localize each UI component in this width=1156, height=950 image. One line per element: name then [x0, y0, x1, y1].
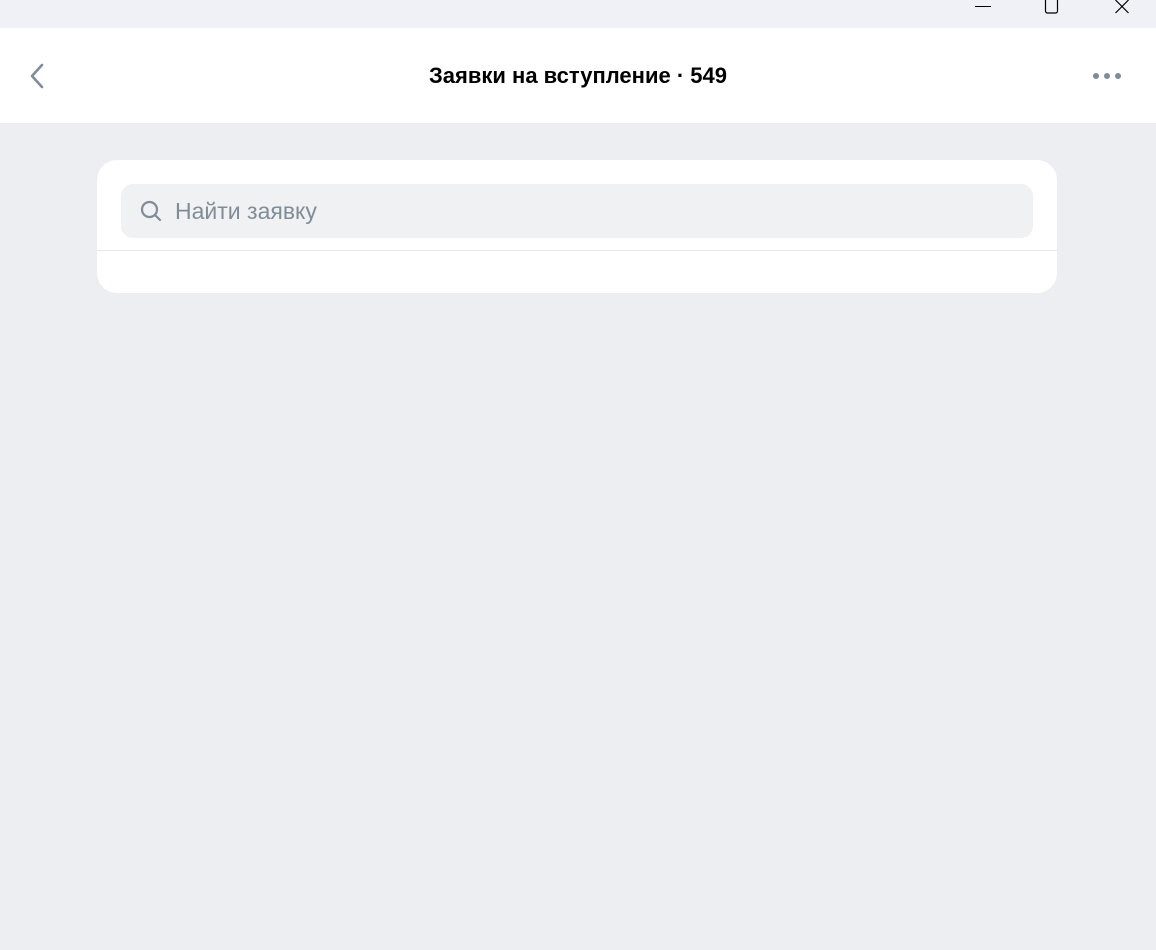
- window-titlebar: [0, 0, 1156, 28]
- maximize-icon: [1044, 0, 1059, 14]
- minimize-icon: [975, 6, 991, 7]
- close-icon: [1115, 0, 1129, 14]
- window-maximize-button[interactable]: [1028, 0, 1074, 28]
- more-options-button[interactable]: [1086, 56, 1128, 96]
- search-input[interactable]: [173, 184, 1025, 238]
- page-header: Заявки на вступление · 549: [0, 28, 1156, 123]
- search-icon: [140, 200, 162, 222]
- window-close-button[interactable]: [1099, 0, 1145, 28]
- more-horizontal-icon: [1093, 73, 1121, 79]
- requests-card: [97, 160, 1057, 293]
- search-box[interactable]: [121, 184, 1033, 238]
- page-title: Заявки на вступление · 549: [429, 63, 727, 88]
- divider: [97, 250, 1057, 251]
- window-minimize-button[interactable]: [960, 0, 1006, 28]
